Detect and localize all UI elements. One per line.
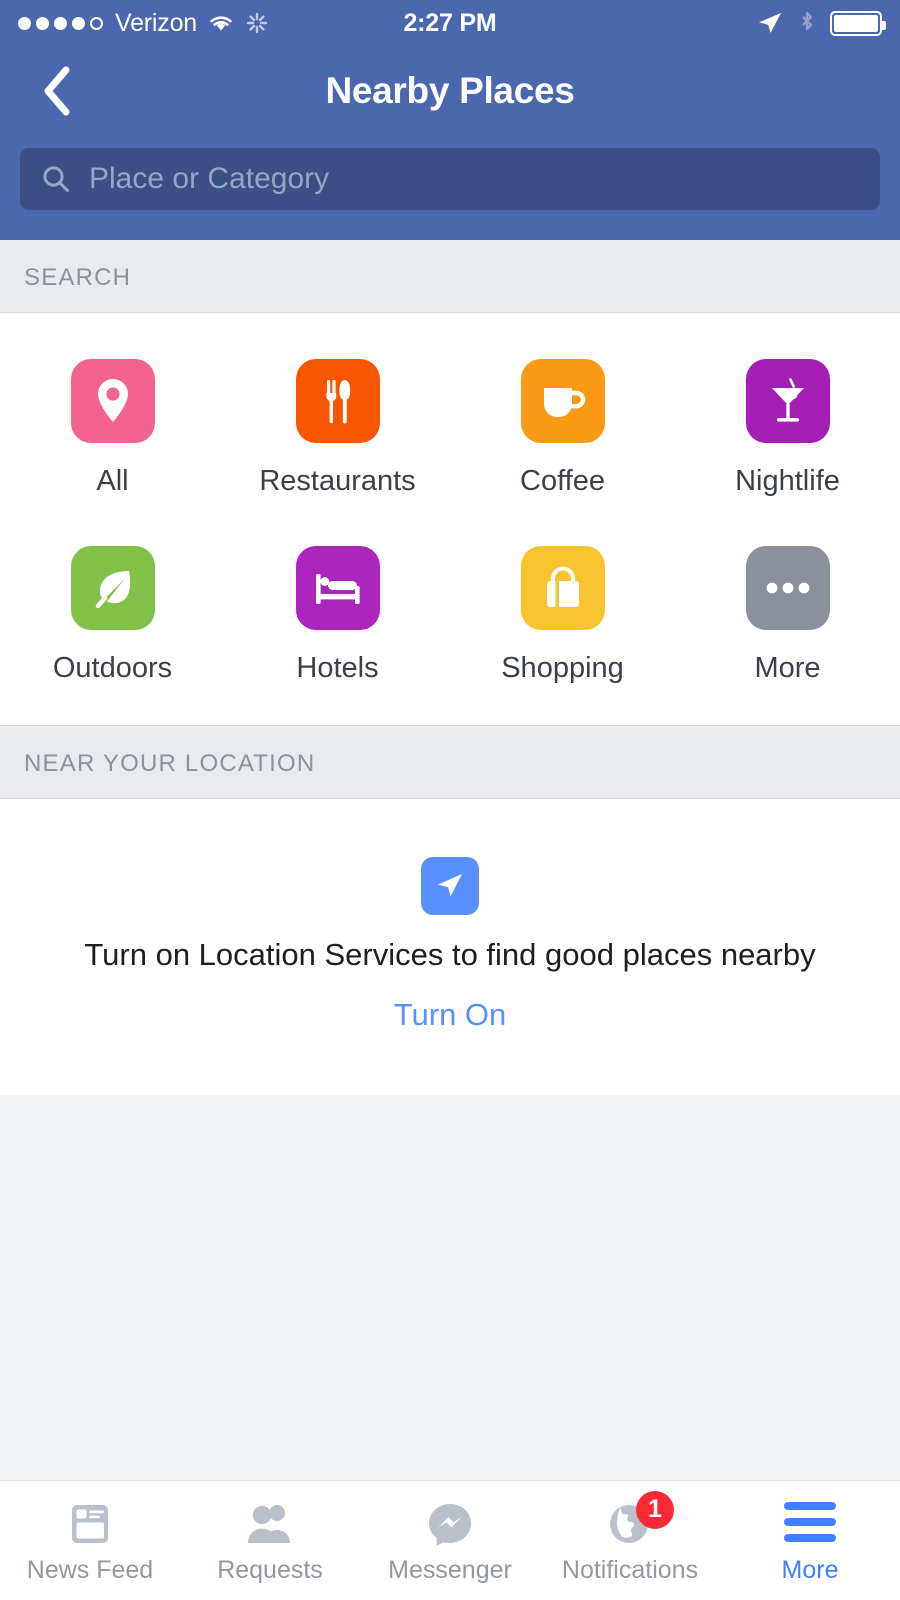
category-grid: All Restaurants [0, 313, 900, 725]
coffee-cup-icon [537, 377, 589, 425]
category-label: Coffee [520, 465, 605, 498]
battery-full-icon [830, 11, 882, 36]
category-nightlife[interactable]: Nightlife [675, 359, 900, 498]
bottom-tab-bar: News Feed Requests [0, 1480, 900, 1600]
map-pin-icon [90, 375, 136, 427]
bed-icon [311, 566, 365, 610]
tab-label: More [782, 1556, 839, 1585]
category-tile [521, 359, 605, 443]
chevron-left-icon [40, 65, 74, 117]
martini-icon [764, 374, 812, 428]
status-bar-left: Verizon [18, 9, 269, 38]
category-more[interactable]: More [675, 546, 900, 685]
empty-results-area [0, 1095, 900, 1480]
location-card-message: Turn on Location Services to find good p… [60, 935, 840, 975]
category-tile [71, 359, 155, 443]
location-arrow-icon [756, 10, 784, 36]
cutlery-icon [315, 375, 361, 427]
category-tile [296, 359, 380, 443]
signal-strength-icon [18, 17, 103, 30]
location-arrow-icon [433, 870, 467, 902]
tab-news-feed[interactable]: News Feed [0, 1497, 180, 1585]
category-shopping[interactable]: Shopping [450, 546, 675, 685]
category-restaurants[interactable]: Restaurants [225, 359, 450, 498]
category-tile [746, 546, 830, 630]
friend-requests-icon [244, 1501, 296, 1547]
navigation-bar: Nearby Places [0, 46, 900, 136]
category-coffee[interactable]: Coffee [450, 359, 675, 498]
notification-badge: 1 [636, 1491, 674, 1529]
tab-label: Messenger [388, 1556, 512, 1585]
category-tile [746, 359, 830, 443]
location-services-card: Turn on Location Services to find good p… [0, 799, 900, 1095]
shopping-bag-icon [540, 563, 586, 613]
leaf-icon [89, 564, 137, 612]
bluetooth-icon [797, 9, 817, 37]
back-button[interactable] [30, 64, 84, 118]
status-bar: Verizon 2:27 PM [0, 0, 900, 46]
category-tile [71, 546, 155, 630]
category-all[interactable]: All [0, 359, 225, 498]
tab-label: News Feed [27, 1556, 153, 1585]
category-label: Shopping [501, 652, 624, 685]
search-container: Place or Category [0, 136, 900, 240]
category-tile [521, 546, 605, 630]
category-row-2: Outdoors Hotels [0, 546, 900, 685]
category-label: More [754, 652, 820, 685]
section-header-search: SEARCH [0, 240, 900, 313]
wifi-icon [206, 11, 236, 35]
activity-spinner-icon [245, 11, 269, 35]
category-row-1: All Restaurants [0, 359, 900, 498]
news-feed-icon [65, 1501, 115, 1547]
category-outdoors[interactable]: Outdoors [0, 546, 225, 685]
location-card-icon-tile [421, 857, 479, 915]
tab-requests[interactable]: Requests [180, 1497, 360, 1585]
tab-messenger[interactable]: Messenger [360, 1497, 540, 1585]
tab-notifications[interactable]: 1 Notifications [540, 1497, 720, 1585]
messenger-icon [426, 1501, 474, 1547]
category-hotels[interactable]: Hotels [225, 546, 450, 685]
turn-on-location-button[interactable]: Turn On [394, 997, 507, 1033]
page-title: Nearby Places [0, 70, 900, 112]
ellipsis-icon [765, 581, 811, 595]
carrier-label: Verizon [115, 9, 197, 38]
search-bar[interactable]: Place or Category [20, 148, 880, 210]
category-label: All [96, 465, 128, 498]
section-header-near-location: NEAR YOUR LOCATION [0, 725, 900, 799]
category-label: Nightlife [735, 465, 840, 498]
search-icon [40, 163, 72, 195]
category-label: Restaurants [259, 465, 415, 498]
tab-label: Requests [217, 1556, 323, 1585]
hamburger-menu-icon [784, 1497, 836, 1547]
tab-more[interactable]: More [720, 1497, 900, 1585]
category-label: Outdoors [53, 652, 172, 685]
search-input[interactable]: Place or Category [89, 162, 329, 196]
category-label: Hotels [296, 652, 378, 685]
status-bar-right [756, 9, 882, 37]
category-tile [296, 546, 380, 630]
tab-label: Notifications [562, 1556, 698, 1585]
nearby-places-screen: Verizon 2:27 PM [0, 0, 900, 1600]
